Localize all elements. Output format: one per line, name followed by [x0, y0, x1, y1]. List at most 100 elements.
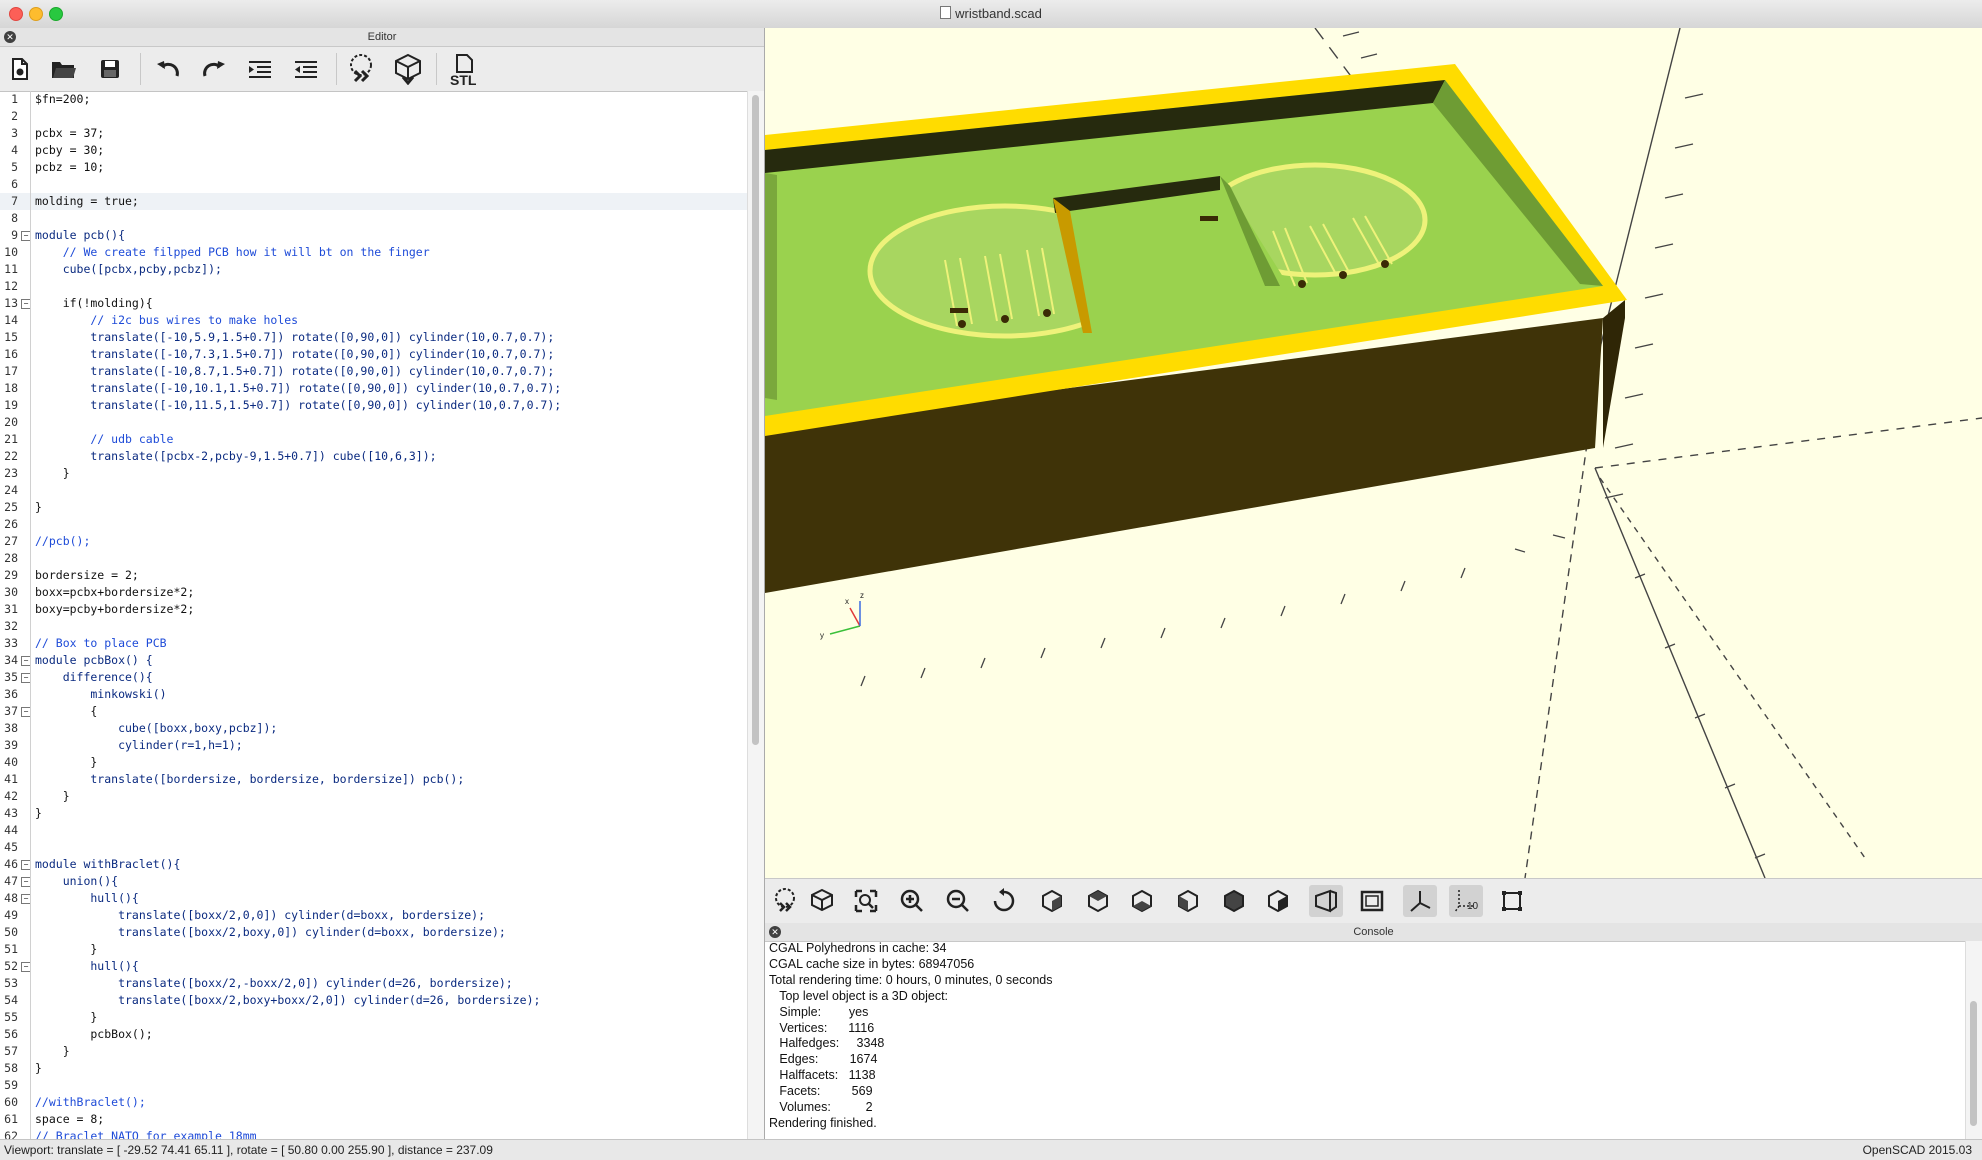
code-line[interactable]: 6	[0, 176, 748, 193]
code-line[interactable]: 30 boxx=pcbx+bordersize*2;	[0, 584, 748, 601]
code-line[interactable]: 22 translate([pcbx-2,pcby-9,1.5+0.7]) cu…	[0, 448, 748, 465]
code-line[interactable]: 59	[0, 1077, 748, 1094]
code-line[interactable]: 41 translate([bordersize, bordersize, bo…	[0, 771, 748, 788]
view-front-icon[interactable]	[1217, 885, 1251, 917]
code-line[interactable]: 8	[0, 210, 748, 227]
zoom-in-icon[interactable]	[895, 885, 929, 917]
code-line[interactable]: 19 translate([-10,11.5,1.5+0.7]) rotate(…	[0, 397, 748, 414]
view-top-icon[interactable]	[1081, 885, 1115, 917]
code-line[interactable]: 60 //withBraclet();	[0, 1094, 748, 1111]
unindent-icon[interactable]	[288, 53, 324, 85]
code-line[interactable]: 46− module withBraclet(){	[0, 856, 748, 873]
code-line[interactable]: 36 minkowski()	[0, 686, 748, 703]
code-line[interactable]: 44	[0, 822, 748, 839]
code-line[interactable]: 11 cube([pcbx,pcby,pcbz]);	[0, 261, 748, 278]
code-line[interactable]: 4 pcby = 30;	[0, 142, 748, 159]
code-line[interactable]: 58}	[0, 1060, 748, 1077]
code-line[interactable]: 57 }	[0, 1043, 748, 1060]
code-line[interactable]: 47− union(){	[0, 873, 748, 890]
console-scrollbar-thumb[interactable]	[1970, 1001, 1977, 1126]
show-edges-icon[interactable]	[1495, 885, 1529, 917]
show-scale-markers-icon[interactable]: 10	[1449, 885, 1483, 917]
zoom-out-icon[interactable]	[941, 885, 975, 917]
code-line[interactable]: 34− module pcbBox() {	[0, 652, 748, 669]
save-icon[interactable]	[92, 53, 128, 85]
view-all-icon[interactable]	[849, 885, 883, 917]
preview-icon[interactable]	[344, 53, 380, 85]
viewport-status: Viewport: translate = [ -29.52 74.41 65.…	[4, 1143, 493, 1157]
code-line[interactable]: 54 translate([boxx/2,boxy+boxx/2,0]) cyl…	[0, 992, 748, 1009]
preview-icon[interactable]	[769, 885, 803, 917]
code-line[interactable]: 26	[0, 516, 748, 533]
code-line[interactable]: 35− difference(){	[0, 669, 748, 686]
code-line[interactable]: 38 cube([boxx,boxy,pcbz]);	[0, 720, 748, 737]
reset-view-icon[interactable]	[987, 885, 1021, 917]
code-line[interactable]: 33 // Box to place PCB	[0, 635, 748, 652]
view-back-icon[interactable]	[1261, 885, 1295, 917]
code-line[interactable]: 15 translate([-10,5.9,1.5+0.7]) rotate([…	[0, 329, 748, 346]
code-line[interactable]: 49 translate([boxx/2,0,0]) cylinder(d=bo…	[0, 907, 748, 924]
code-line[interactable]: 20	[0, 414, 748, 431]
code-line[interactable]: 40 }	[0, 754, 748, 771]
close-editor-icon[interactable]: ✕	[4, 31, 16, 43]
render-icon[interactable]	[390, 53, 426, 85]
view-bottom-icon[interactable]	[1125, 885, 1159, 917]
new-file-icon[interactable]	[2, 53, 38, 85]
code-line[interactable]: 13− if(!molding){	[0, 295, 748, 312]
code-line[interactable]: 51 }	[0, 941, 748, 958]
code-line[interactable]: 24	[0, 482, 748, 499]
open-file-icon[interactable]	[46, 53, 82, 85]
indent-icon[interactable]	[242, 53, 278, 85]
line-number: 43	[4, 806, 18, 820]
code-line[interactable]: 10 // We create filpped PCB how it will …	[0, 244, 748, 261]
code-line[interactable]: 62 // Braclet NATO for example 18mm	[0, 1128, 748, 1139]
code-line[interactable]: 7 molding = true;	[0, 193, 748, 210]
code-line[interactable]: 25}	[0, 499, 748, 516]
close-console-icon[interactable]: ✕	[769, 926, 781, 938]
editor-scrollbar[interactable]	[747, 91, 764, 1139]
code-line[interactable]: 32	[0, 618, 748, 635]
code-line[interactable]: 27 //pcb();	[0, 533, 748, 550]
code-editor[interactable]: 1 $fn=200; 2 3 pcbx = 37; 4 pcby = 30; 5 pcbz = …	[0, 91, 748, 1139]
view-right-icon[interactable]	[1035, 885, 1069, 917]
code-line[interactable]: 2	[0, 108, 748, 125]
code-line[interactable]: 23 }	[0, 465, 748, 482]
code-line[interactable]: 56 pcbBox();	[0, 1026, 748, 1043]
orthogonal-icon[interactable]	[1355, 885, 1389, 917]
code-line[interactable]: 18 translate([-10,10.1,1.5+0.7]) rotate(…	[0, 380, 748, 397]
code-line[interactable]: 42 }	[0, 788, 748, 805]
code-line[interactable]: 53 translate([boxx/2,-boxx/2,0]) cylinde…	[0, 975, 748, 992]
code-line[interactable]: 45	[0, 839, 748, 856]
code-line[interactable]: 21 // udb cable	[0, 431, 748, 448]
code-line[interactable]: 5 pcbz = 10;	[0, 159, 748, 176]
export-stl-icon[interactable]: STL	[446, 53, 482, 88]
code-line[interactable]: 61 space = 8;	[0, 1111, 748, 1128]
code-line[interactable]: 55 }	[0, 1009, 748, 1026]
redo-icon[interactable]	[196, 53, 232, 85]
code-line[interactable]: 43}	[0, 805, 748, 822]
code-line[interactable]: 14 // i2c bus wires to make holes	[0, 312, 748, 329]
code-line[interactable]: 50 translate([boxx/2,boxy,0]) cylinder(d…	[0, 924, 748, 941]
code-line[interactable]: 3 pcbx = 37;	[0, 125, 748, 142]
code-line[interactable]: 29 bordersize = 2;	[0, 567, 748, 584]
code-line[interactable]: 28	[0, 550, 748, 567]
show-axes-icon[interactable]	[1403, 885, 1437, 917]
editor-scrollbar-thumb[interactable]	[752, 95, 759, 745]
perspective-icon[interactable]	[1309, 885, 1343, 917]
code-line[interactable]: 37− {	[0, 703, 748, 720]
code-line[interactable]: 17 translate([-10,8.7,1.5+0.7]) rotate([…	[0, 363, 748, 380]
code-line[interactable]: 1 $fn=200;	[0, 91, 748, 108]
code-text: module withBraclet(){	[35, 857, 181, 871]
code-line[interactable]: 31 boxy=pcby+bordersize*2;	[0, 601, 748, 618]
code-line[interactable]: 52− hull(){	[0, 958, 748, 975]
console-scrollbar[interactable]	[1965, 941, 1982, 1139]
code-line[interactable]: 12	[0, 278, 748, 295]
view-left-icon[interactable]	[1171, 885, 1205, 917]
code-line[interactable]: 9− module pcb(){	[0, 227, 748, 244]
code-line[interactable]: 16 translate([-10,7.3,1.5+0.7]) rotate([…	[0, 346, 748, 363]
undo-icon[interactable]	[150, 53, 186, 85]
render-icon[interactable]	[805, 885, 839, 917]
code-line[interactable]: 48− hull(){	[0, 890, 748, 907]
3d-viewport[interactable]: y x z	[765, 28, 1982, 878]
code-line[interactable]: 39 cylinder(r=1,h=1);	[0, 737, 748, 754]
